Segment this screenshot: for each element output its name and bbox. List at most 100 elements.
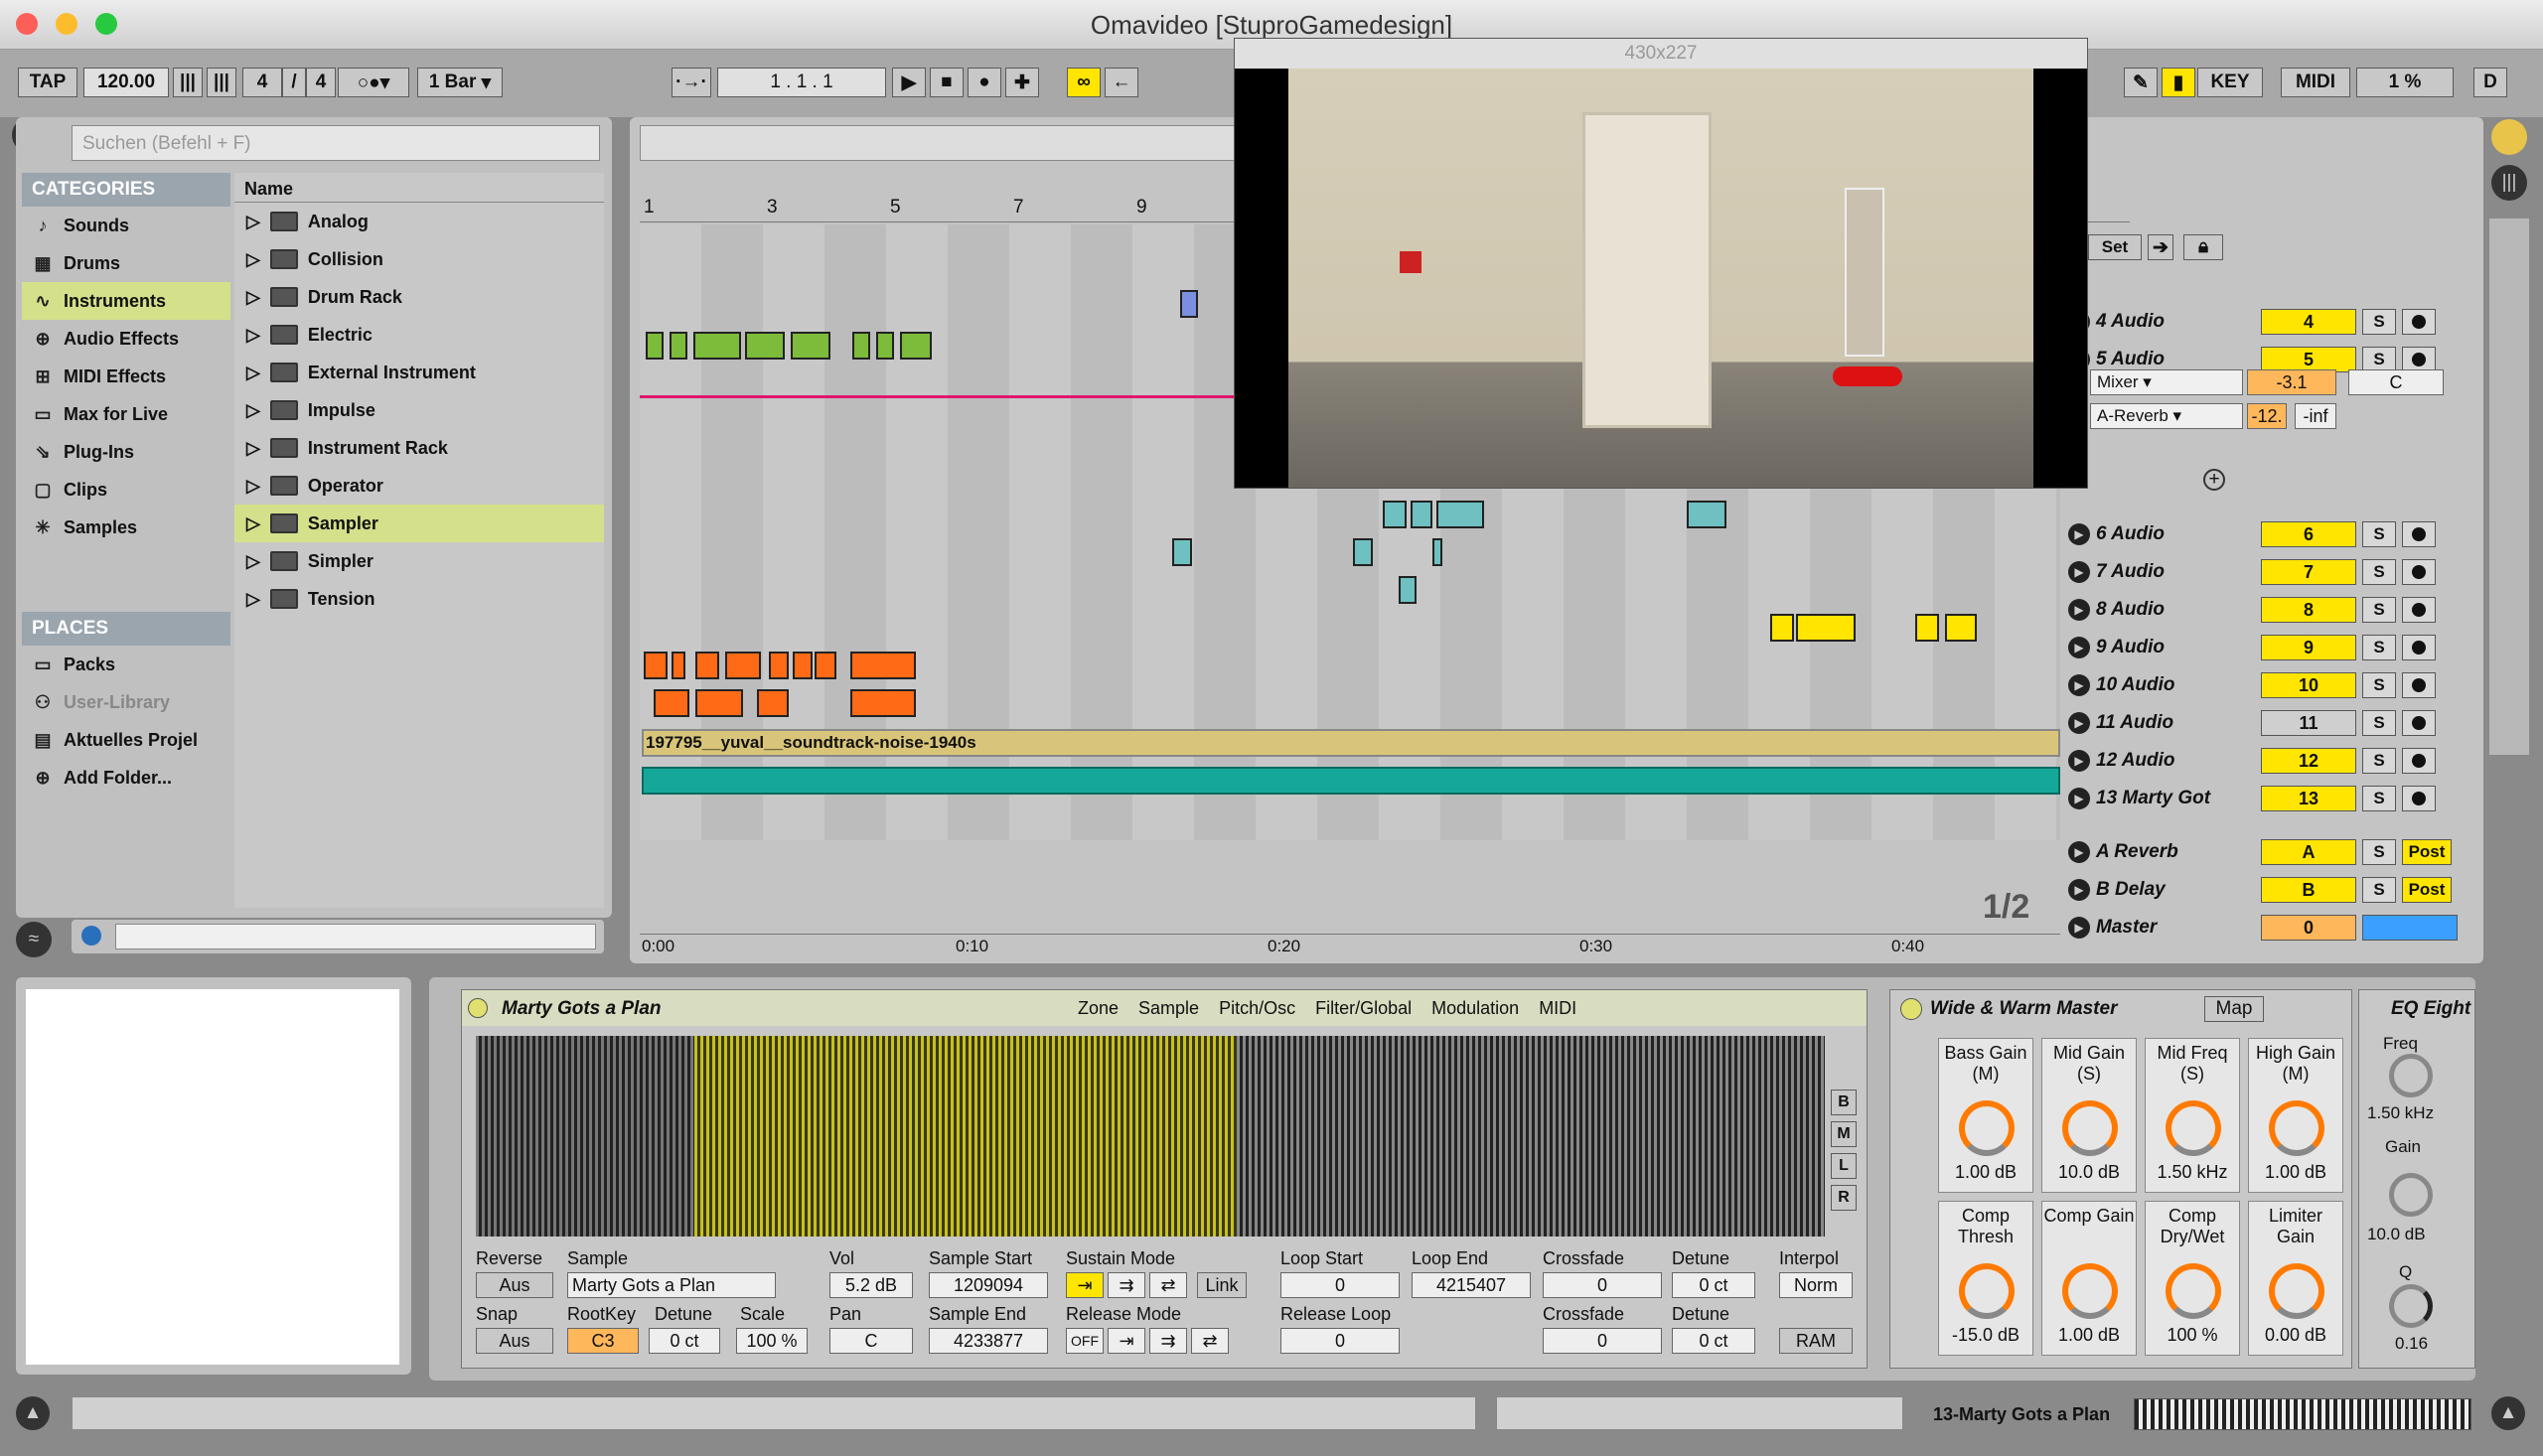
track-pan-field[interactable]: C [2348, 369, 2444, 395]
marty-audio-clip[interactable] [642, 767, 2060, 795]
waveform-side-button[interactable]: R [1831, 1185, 1857, 1211]
audio-clip[interactable] [1796, 614, 1856, 642]
parameter-knob[interactable] [2269, 1100, 2324, 1156]
set-next-icon[interactable]: ➔ [2148, 234, 2173, 260]
time-sig-numerator[interactable]: 4 [242, 68, 282, 97]
expand-arrow-icon[interactable]: ▷ [246, 212, 260, 232]
midi-clip[interactable] [876, 332, 894, 360]
browser-item[interactable]: ▷ Sampler [234, 505, 604, 542]
set-button[interactable]: Set [2088, 234, 2142, 260]
parameter-knob[interactable] [2166, 1100, 2221, 1156]
vol-field[interactable]: 5.2 dB [829, 1272, 913, 1298]
groove-pool-icon[interactable]: ≈ [16, 922, 52, 957]
arm-button[interactable] [2402, 672, 2436, 698]
browser-item[interactable]: ▷ Analog [234, 203, 604, 240]
sustain-mode-loop-icon[interactable]: ⇥ [1066, 1272, 1104, 1298]
release-mode-loop-icon[interactable]: ⇥ [1108, 1328, 1145, 1354]
track-play-icon[interactable]: ▶ [2068, 523, 2090, 545]
audio-clip[interactable] [815, 652, 836, 679]
play-button[interactable]: ▶ [892, 68, 926, 97]
io-toggle-icon[interactable] [2491, 119, 2527, 155]
loop-start-field[interactable]: 0 [1280, 1272, 1400, 1298]
info-toggle-icon[interactable]: ▲ [16, 1396, 50, 1430]
sampler-tab[interactable]: Modulation [1431, 998, 1519, 1019]
crossfade2-field[interactable]: 0 [1543, 1328, 1662, 1354]
arm-button[interactable] [2402, 786, 2436, 811]
tap-button[interactable]: TAP [18, 68, 77, 97]
quantization-select[interactable]: 1 Bar ▾ [417, 68, 503, 97]
audio-clip[interactable] [1411, 501, 1432, 528]
midi-clip[interactable] [745, 332, 785, 360]
track-number[interactable]: 12 [2261, 748, 2356, 774]
detune2-field[interactable]: 0 ct [649, 1328, 720, 1354]
category-clips[interactable]: ▢ Clips [22, 471, 230, 509]
audio-clip[interactable] [672, 652, 685, 679]
expand-arrow-icon[interactable]: ▷ [246, 249, 260, 270]
eq-q-knob[interactable] [2389, 1284, 2433, 1328]
track-number[interactable]: B [2261, 877, 2356, 903]
browser-search-input[interactable]: Suchen (Befehl + F) [72, 125, 600, 161]
category-max-for-live[interactable]: ▭ Max for Live [22, 395, 230, 433]
solo-button[interactable]: S [2362, 710, 2396, 736]
arm-button[interactable] [2402, 710, 2436, 736]
solo-button[interactable]: S [2362, 786, 2396, 811]
expand-arrow-icon[interactable]: ▷ [246, 476, 260, 497]
detune3-field[interactable]: 0 ct [1672, 1328, 1755, 1354]
track-header[interactable]: ▶ B Delay B S Post [2068, 872, 2475, 908]
category-midi-effects[interactable]: ⊞ MIDI Effects [22, 358, 230, 395]
track-header[interactable]: ▶4 Audio4S [2068, 304, 2475, 340]
solo-button[interactable]: S [2362, 309, 2396, 335]
audio-clip[interactable] [769, 652, 789, 679]
scale-field[interactable]: 100 % [736, 1328, 808, 1354]
track-header[interactable]: ▶ A Reverb A S Post [2068, 834, 2475, 870]
snap-toggle[interactable]: Aus [476, 1328, 553, 1354]
arm-button[interactable] [2402, 309, 2436, 335]
track-number[interactable]: 4 [2261, 309, 2356, 335]
song-position-field[interactable]: 1 . 1 . 1 [717, 68, 886, 97]
overdub-button[interactable]: ✚ [1005, 68, 1039, 97]
midi-clip[interactable] [646, 332, 664, 360]
midi-clip[interactable] [852, 332, 870, 360]
solo-button[interactable]: S [2362, 597, 2396, 623]
audio-clip[interactable] [1436, 501, 1484, 528]
master-cue[interactable] [2362, 915, 2458, 941]
sample-end-field[interactable]: 4233877 [929, 1328, 1048, 1354]
solo-button[interactable]: S [2362, 559, 2396, 585]
midi-clip[interactable] [693, 332, 741, 360]
audio-clip[interactable] [850, 689, 916, 717]
solo-button[interactable]: S [2362, 877, 2396, 903]
sampler-tab[interactable]: Sample [1138, 998, 1199, 1019]
key-map-button[interactable]: KEY [2197, 68, 2263, 97]
browser-item[interactable]: ▷ Instrument Rack [234, 429, 604, 467]
pan-field[interactable]: C [829, 1328, 913, 1354]
audio-clip[interactable] [1383, 501, 1407, 528]
rootkey-field[interactable]: C3 [567, 1328, 639, 1354]
audio-clip[interactable] [1353, 538, 1373, 566]
waveform-display[interactable] [476, 1036, 1825, 1237]
sampler-tab[interactable]: MIDI [1539, 998, 1576, 1019]
loop-end-field[interactable]: 4215407 [1412, 1272, 1531, 1298]
track-number[interactable]: 8 [2261, 597, 2356, 623]
sampler-tab[interactable]: Pitch/Osc [1219, 998, 1295, 1019]
track-play-icon[interactable]: ▶ [2068, 637, 2090, 658]
track-header[interactable]: ▶ 8 Audio 8 S [2068, 592, 2475, 628]
audio-clip[interactable] [793, 652, 813, 679]
mixer-toggle-icon[interactable]: ||| [2491, 165, 2527, 201]
category-audio-effects[interactable]: ⊕ Audio Effects [22, 320, 230, 358]
arm-button[interactable] [2402, 597, 2436, 623]
parameter-knob[interactable] [1959, 1100, 2015, 1156]
release-mode-forward-icon[interactable]: ⇉ [1149, 1328, 1187, 1354]
waveform-side-button[interactable]: B [1831, 1090, 1857, 1115]
track-header[interactable]: ▶ Master 0 [2068, 910, 2475, 946]
audio-clip[interactable] [695, 689, 743, 717]
place-item[interactable]: ⊕ Add Folder... [22, 759, 230, 797]
add-send-icon[interactable]: + [2203, 469, 2225, 491]
midi-clip[interactable] [1180, 290, 1198, 318]
d-button[interactable]: D [2473, 68, 2507, 97]
track-number[interactable]: 7 [2261, 559, 2356, 585]
parameter-knob[interactable] [1959, 1263, 2015, 1319]
parameter-knob[interactable] [2166, 1263, 2221, 1319]
track-play-icon[interactable]: ▶ [2068, 561, 2090, 583]
track-number[interactable]: 11 [2261, 710, 2356, 736]
audio-clip[interactable] [1399, 576, 1417, 604]
